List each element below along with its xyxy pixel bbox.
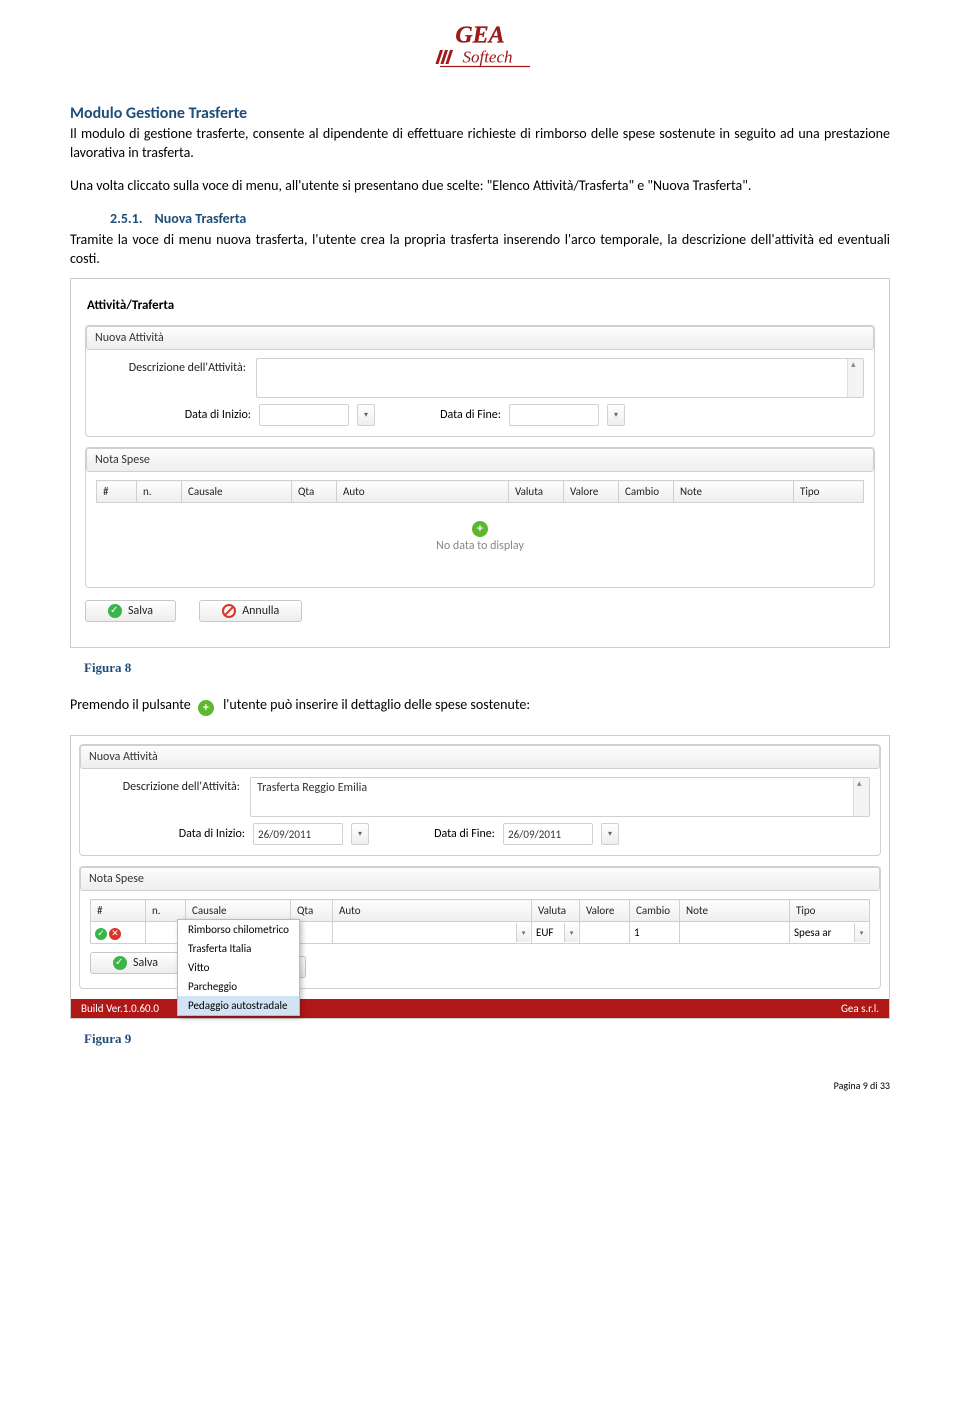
- check-icon: [108, 604, 122, 618]
- activity-group-2: Nuova Attività Descrizione dell'Attività…: [79, 744, 881, 856]
- col-hash[interactable]: #: [97, 481, 137, 503]
- start-date-label: Data di Inizio:: [156, 408, 251, 422]
- expenses-group-2: Nota Spese # n. Causale Qta Auto Valuta …: [79, 866, 881, 989]
- section-p1: Il modulo di gestione trasferte, consent…: [70, 125, 890, 163]
- desc-input[interactable]: [256, 358, 864, 398]
- dropdown-option[interactable]: Parcheggio: [178, 977, 299, 996]
- no-data-placeholder: + No data to display: [96, 503, 864, 577]
- subsection-body: Tramite la voce di menu nuova trasferta,…: [70, 231, 890, 269]
- scrollbar[interactable]: [847, 359, 863, 397]
- subsection-title: Nuova Trasferta: [155, 210, 247, 227]
- end-date-label-2: Data di Fine:: [415, 827, 495, 841]
- subsection-number: 2.5.1.: [110, 210, 143, 227]
- col-note[interactable]: Note: [674, 481, 794, 503]
- auto-dropdown-btn[interactable]: ▾: [516, 923, 530, 942]
- activity-group: Nuova Attività Descrizione dell'Attività…: [85, 325, 875, 437]
- cancel-icon: [222, 604, 236, 618]
- col-tipo[interactable]: Tipo: [790, 900, 870, 922]
- cell-auto[interactable]: ▾: [333, 922, 532, 944]
- col-valore[interactable]: Valore: [564, 481, 619, 503]
- col-qta[interactable]: Qta: [292, 481, 337, 503]
- company-logo: GEA Softech: [70, 20, 890, 79]
- desc-label: Descrizione dell'Attività:: [96, 358, 256, 375]
- figure8-caption: Figura 8: [84, 660, 890, 676]
- cancel-button[interactable]: Annulla: [199, 600, 302, 622]
- save-button-2[interactable]: Salva: [90, 952, 181, 974]
- causale-dropdown-menu[interactable]: Rimborso chilometrico Trasferta Italia V…: [177, 919, 300, 1016]
- subsection-heading: 2.5.1. Nuova Trasferta: [110, 210, 890, 227]
- expenses-group-header-2: Nota Spese: [80, 867, 880, 891]
- cell-note[interactable]: [680, 922, 790, 944]
- svg-text:GEA: GEA: [455, 23, 504, 49]
- figure8-panel: Attività/Traferta Nuova Attività Descriz…: [70, 278, 890, 648]
- panel-title: Attività/Traferta: [85, 293, 875, 325]
- row-confirm-icon[interactable]: ✓: [95, 928, 107, 940]
- start-date-dropdown-2[interactable]: ▾: [351, 823, 369, 845]
- col-n[interactable]: n.: [137, 481, 182, 503]
- col-note[interactable]: Note: [680, 900, 790, 922]
- cell-valuta[interactable]: EUF▾: [532, 922, 580, 944]
- figure9-panel: Nuova Attività Descrizione dell'Attività…: [70, 735, 890, 1019]
- mid-text: Premendo il pulsante + l'utente può inse…: [70, 696, 890, 715]
- start-date-input[interactable]: [259, 404, 349, 426]
- row-cancel-icon[interactable]: ✕: [109, 928, 121, 940]
- dropdown-option[interactable]: Rimborso chilometrico: [178, 920, 299, 939]
- desc-input-2[interactable]: Trasferta Reggio Emilia: [250, 777, 870, 817]
- dropdown-option-selected[interactable]: Pedaggio autostradale: [178, 996, 299, 1015]
- start-date-label-2: Data di Inizio:: [150, 827, 245, 841]
- save-button[interactable]: Salva: [85, 600, 176, 622]
- cell-valore[interactable]: [580, 922, 630, 944]
- col-auto[interactable]: Auto: [333, 900, 532, 922]
- col-auto[interactable]: Auto: [337, 481, 509, 503]
- expenses-group-header: Nota Spese: [86, 448, 874, 472]
- start-date-dropdown[interactable]: ▾: [357, 404, 375, 426]
- row-actions[interactable]: ✓✕: [91, 922, 146, 944]
- expenses-table: # n. Causale Qta Auto Valuta Valore Camb…: [96, 480, 864, 503]
- section-p2: Una volta cliccato sulla voce di menu, a…: [70, 177, 890, 196]
- scrollbar[interactable]: [853, 778, 869, 816]
- end-date-dropdown-2[interactable]: ▾: [601, 823, 619, 845]
- cell-tipo[interactable]: Spesa ar▾: [790, 922, 870, 944]
- button-row: Salva Annulla: [85, 600, 875, 622]
- col-hash[interactable]: #: [91, 900, 146, 922]
- start-date-input-2[interactable]: 26/09/2011: [253, 823, 343, 845]
- valuta-dropdown-btn[interactable]: ▾: [564, 923, 578, 942]
- end-date-input-2[interactable]: 26/09/2011: [503, 823, 593, 845]
- dropdown-option[interactable]: Trasferta Italia: [178, 939, 299, 958]
- section-title: Modulo Gestione Trasferte: [70, 104, 890, 123]
- figure9-caption: Figura 9: [84, 1031, 890, 1047]
- tipo-dropdown-btn[interactable]: ▾: [854, 923, 868, 942]
- svg-text:Softech: Softech: [462, 48, 512, 67]
- check-icon: [113, 956, 127, 970]
- cell-cambio[interactable]: 1: [630, 922, 680, 944]
- col-valore[interactable]: Valore: [580, 900, 630, 922]
- col-tipo[interactable]: Tipo: [794, 481, 864, 503]
- col-cambio[interactable]: Cambio: [630, 900, 680, 922]
- status-build: Build Ver.1.0.60.0: [81, 1002, 159, 1015]
- activity-group-header-2: Nuova Attività: [80, 745, 880, 769]
- status-company: Gea s.r.l.: [841, 1002, 879, 1015]
- end-date-label: Data di Fine:: [421, 408, 501, 422]
- add-row-icon[interactable]: +: [472, 521, 488, 537]
- desc-label-2: Descrizione dell'Attività:: [90, 777, 250, 794]
- no-data-text: No data to display: [436, 539, 524, 553]
- page-footer: Pagina 9 di 33: [834, 1079, 890, 1092]
- plus-icon: +: [198, 698, 214, 718]
- col-causale[interactable]: Causale: [182, 481, 292, 503]
- col-valuta[interactable]: Valuta: [509, 481, 564, 503]
- col-cambio[interactable]: Cambio: [619, 481, 674, 503]
- end-date-dropdown[interactable]: ▾: [607, 404, 625, 426]
- activity-group-header: Nuova Attività: [86, 326, 874, 350]
- col-valuta[interactable]: Valuta: [532, 900, 580, 922]
- dropdown-option[interactable]: Vitto: [178, 958, 299, 977]
- end-date-input[interactable]: [509, 404, 599, 426]
- expenses-group: Nota Spese # n. Causale Qta Auto Valuta …: [85, 447, 875, 588]
